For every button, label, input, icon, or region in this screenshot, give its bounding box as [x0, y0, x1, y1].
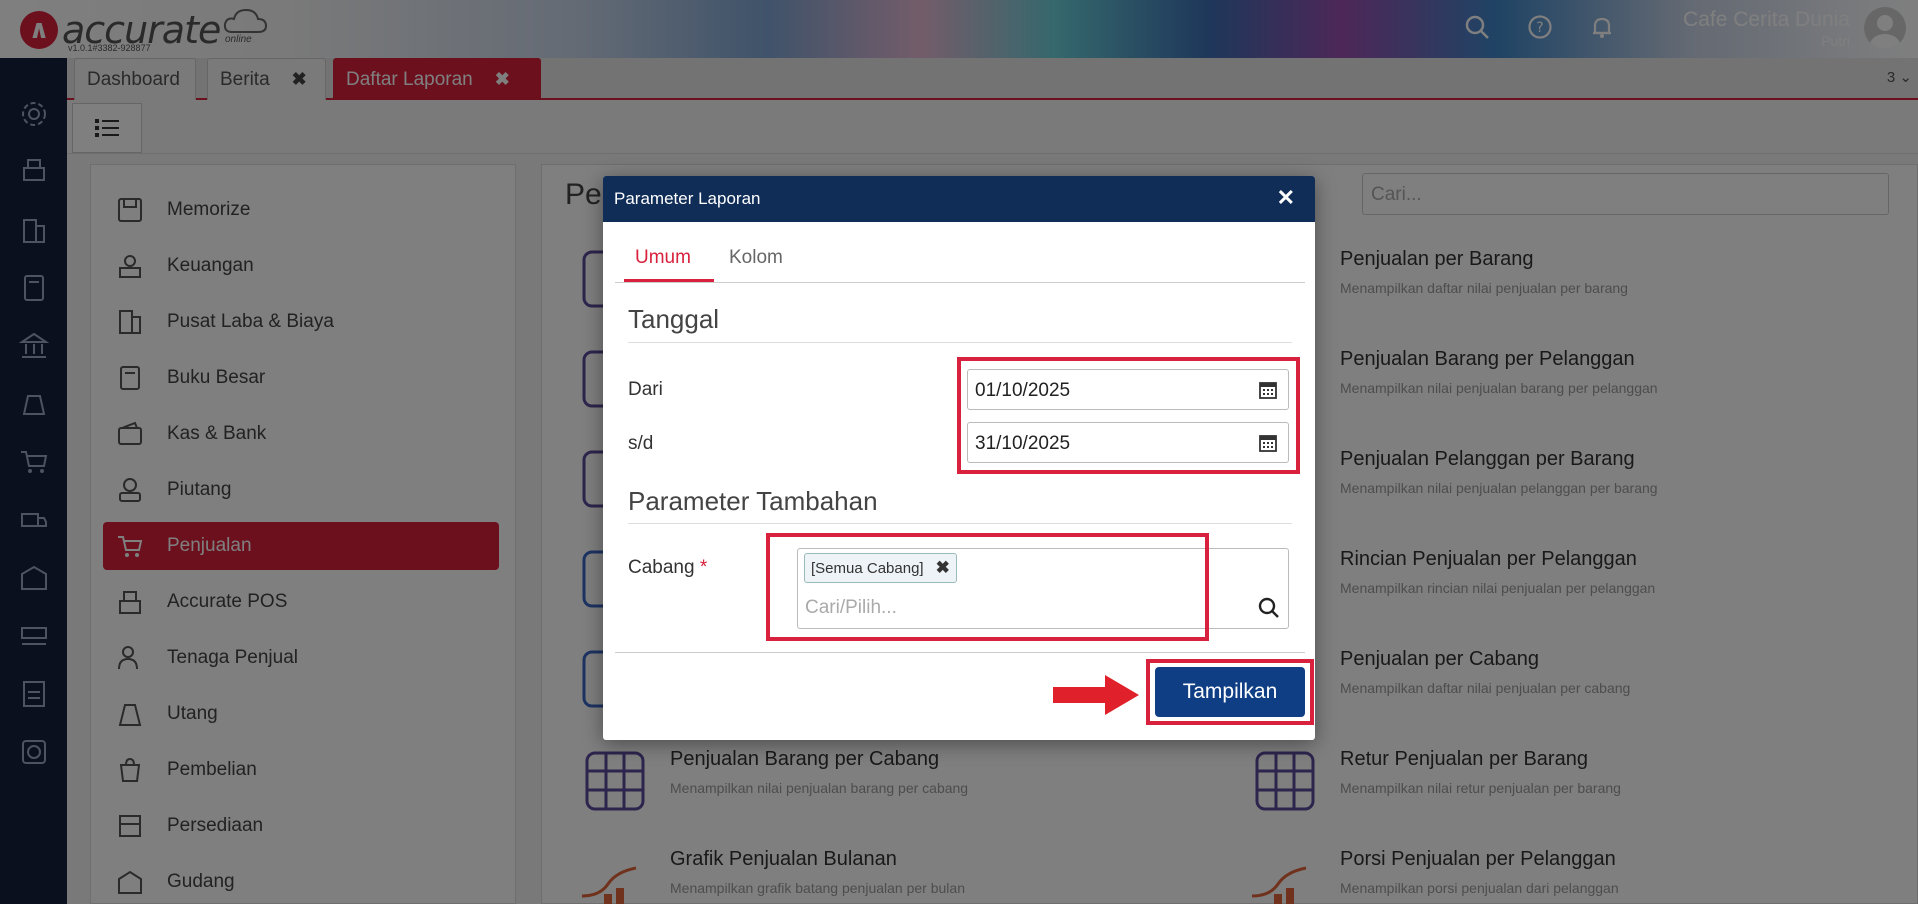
section-divider [628, 342, 1292, 343]
search-icon[interactable] [1258, 597, 1280, 619]
dialog-footer-divider [615, 652, 1305, 653]
tab-umum[interactable]: Umum [635, 247, 691, 269]
date-highlight-box [957, 357, 1300, 474]
close-icon[interactable]: ✕ [1277, 185, 1295, 211]
parameter-dialog: Parameter Laporan ✕ Umum Kolom Tanggal D… [603, 176, 1315, 740]
branch-label-text: Cabang [628, 557, 695, 578]
section-parameter-tambahan: Parameter Tambahan [628, 486, 878, 516]
section-tanggal: Tanggal [628, 304, 720, 334]
button-highlight-box [1146, 659, 1314, 725]
branch-highlight-box [766, 533, 1209, 641]
tab-divider [615, 282, 1305, 283]
red-arrow-annotation [1053, 675, 1139, 715]
to-date-label: s/d [628, 433, 654, 454]
required-marker: * [699, 557, 708, 578]
from-date-label: Dari [628, 379, 663, 400]
branch-label: Cabang * [628, 557, 707, 579]
dialog-title: Parameter Laporan [614, 189, 761, 208]
tab-kolom[interactable]: Kolom [729, 247, 783, 269]
dialog-header: Parameter Laporan ✕ [603, 176, 1315, 222]
section-divider [628, 523, 1292, 524]
